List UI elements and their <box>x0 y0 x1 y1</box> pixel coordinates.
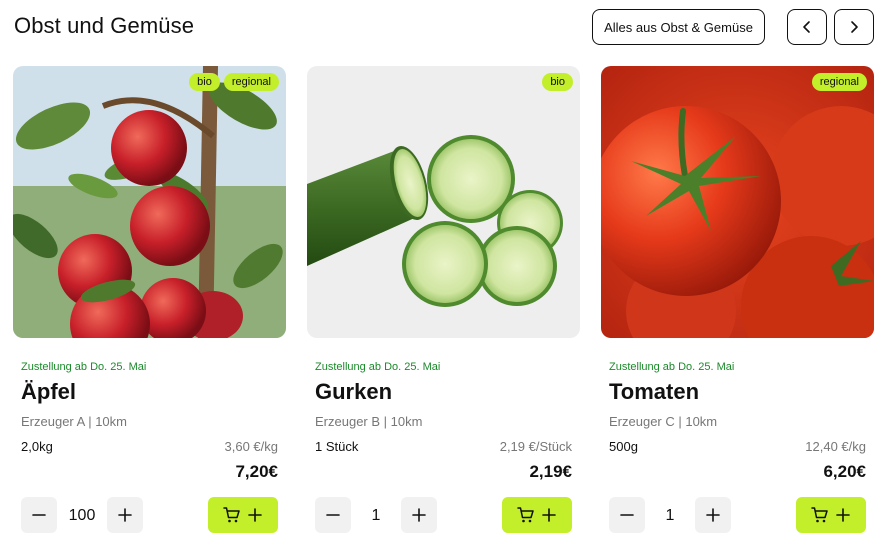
product-name[interactable]: Tomaten <box>609 379 699 405</box>
increase-quantity-button[interactable] <box>695 497 731 533</box>
product-card[interactable]: bio regional Zustellung ab Do. 25. Mai Ä… <box>13 66 286 546</box>
product-badges: bio regional <box>189 73 279 91</box>
product-name[interactable]: Gurken <box>315 379 392 405</box>
badge-bio: bio <box>189 73 220 91</box>
delivery-date: Zustellung ab Do. 25. Mai <box>21 361 147 373</box>
product-image-tomatoes[interactable]: regional <box>601 66 874 338</box>
add-to-cart-button[interactable] <box>502 497 572 533</box>
product-name[interactable]: Äpfel <box>21 379 76 405</box>
product-card[interactable]: regional Zustellung ab Do. 25. Mai Tomat… <box>601 66 874 546</box>
quantity-value[interactable]: 1 <box>645 507 695 525</box>
page-title: Obst und Gemüse <box>14 13 195 38</box>
product-price: 2,19€ <box>529 462 572 481</box>
plus-icon <box>248 508 262 522</box>
add-to-cart-button[interactable] <box>796 497 866 533</box>
plus-icon <box>118 508 132 522</box>
quantity-value[interactable]: 100 <box>57 507 107 525</box>
decrease-quantity-button[interactable] <box>21 497 57 533</box>
cart-icon <box>223 507 240 523</box>
minus-icon <box>32 514 46 516</box>
quantity-value[interactable]: 1 <box>351 507 401 525</box>
unit-price: 2,19 €/Stück <box>499 439 572 454</box>
add-to-cart-button[interactable] <box>208 497 278 533</box>
product-card[interactable]: bio Zustellung ab Do. 25. Mai Gurken Erz… <box>307 66 580 546</box>
unit-price: 12,40 €/kg <box>805 439 866 454</box>
package-size: 1 Stück <box>315 439 359 454</box>
carousel-prev-button[interactable] <box>787 9 827 45</box>
product-price: 7,20€ <box>235 462 278 481</box>
delivery-date: Zustellung ab Do. 25. Mai <box>609 361 735 373</box>
chevron-left-icon <box>803 21 810 33</box>
producer-info: Erzeuger B | 10km <box>315 414 423 429</box>
product-image-cucumbers[interactable]: bio <box>307 66 580 338</box>
section-header: Obst und Gemüse Alles aus Obst & Gemüse <box>0 0 895 56</box>
product-badges: regional <box>811 73 867 91</box>
minus-icon <box>620 514 634 516</box>
delivery-date: Zustellung ab Do. 25. Mai <box>315 361 441 373</box>
minus-icon <box>326 514 340 516</box>
product-badges: bio <box>542 73 573 91</box>
product-image-apples[interactable]: bio regional <box>13 66 286 338</box>
badge-regional: regional <box>223 73 279 91</box>
plus-icon <box>412 508 426 522</box>
unit-price: 3,60 €/kg <box>224 439 279 454</box>
decrease-quantity-button[interactable] <box>609 497 645 533</box>
package-size: 2,0kg <box>21 439 53 454</box>
badge-regional: regional <box>811 73 867 91</box>
cart-icon <box>811 507 828 523</box>
carousel-next-button[interactable] <box>834 9 874 45</box>
plus-icon <box>836 508 850 522</box>
package-size: 500g <box>609 439 638 454</box>
producer-info: Erzeuger C | 10km <box>609 414 718 429</box>
increase-quantity-button[interactable] <box>401 497 437 533</box>
product-price: 6,20€ <box>823 462 866 481</box>
decrease-quantity-button[interactable] <box>315 497 351 533</box>
increase-quantity-button[interactable] <box>107 497 143 533</box>
plus-icon <box>706 508 720 522</box>
cart-icon <box>517 507 534 523</box>
badge-bio: bio <box>542 73 573 91</box>
producer-info: Erzeuger A | 10km <box>21 414 127 429</box>
plus-icon <box>542 508 556 522</box>
chevron-right-icon <box>851 21 858 33</box>
view-all-button[interactable]: Alles aus Obst & Gemüse <box>592 9 765 45</box>
